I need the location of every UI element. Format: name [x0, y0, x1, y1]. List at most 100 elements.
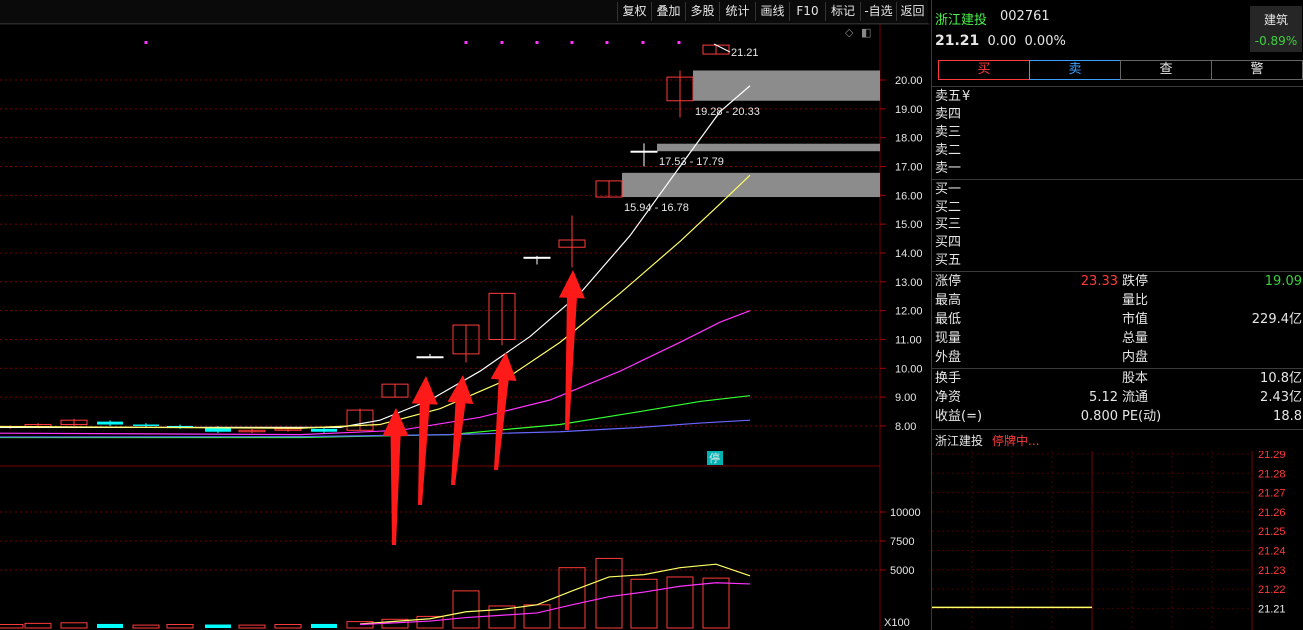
minichart-axis-label: 21.26	[1258, 507, 1286, 519]
minichart-axis-label: 21.27	[1258, 488, 1286, 500]
limit-up-label: 涨停	[935, 274, 962, 289]
price-axis-label: 19.00	[895, 104, 923, 116]
candle-body	[630, 150, 658, 153]
last-price: 21.21	[935, 33, 980, 49]
limit-down-label: 跌停	[1122, 274, 1149, 289]
price-axis-label: 17.00	[895, 161, 923, 173]
price-axis-label: 12.00	[895, 306, 923, 318]
volume-bar	[24, 622, 52, 629]
inner-label: 内盘	[1122, 350, 1149, 365]
volume-bar	[0, 624, 24, 629]
candle-body	[97, 421, 123, 425]
stock-name[interactable]: 浙江建投	[935, 9, 987, 28]
price-axis-label: 13.00	[895, 277, 923, 289]
minichart-axis-label: 21.29	[1258, 451, 1286, 461]
orderbook-sell-1: 卖一	[935, 161, 962, 176]
volume-ma5-line	[359, 563, 751, 625]
eps-value: 0.800	[1080, 409, 1118, 424]
low-label: 最低	[935, 312, 962, 327]
gap-label: 17.53 - 17.79	[659, 156, 724, 168]
price-axis-label: 9.00	[895, 392, 916, 404]
volume-bar	[274, 624, 302, 629]
stock-code: 002761	[1000, 9, 1050, 24]
minichart-title: 浙江建投	[935, 434, 984, 448]
volume-bar	[311, 623, 337, 628]
orderbook-sell-4: 卖四	[935, 107, 962, 122]
orderbook-buy-4: 买四	[935, 235, 962, 250]
signal-dot	[677, 41, 681, 44]
price-axis-label: 8.00	[895, 421, 916, 433]
signal-dot	[641, 41, 645, 44]
price-axis-label: 11.00	[895, 334, 922, 346]
volume-bar	[346, 621, 374, 629]
volume-bar	[238, 624, 266, 629]
float-label: 流通	[1122, 390, 1149, 405]
buy-button[interactable]: 买	[938, 60, 1030, 80]
divider	[932, 429, 1303, 430]
annotation-arrow	[411, 376, 438, 506]
suspend-badge-text: 停	[709, 451, 720, 465]
ma20-line	[0, 310, 751, 436]
price-axis-label: 15.00	[895, 219, 923, 231]
orderbook-sell-5: 卖五¥	[935, 88, 970, 106]
total-vol-label: 总量	[1122, 331, 1149, 346]
volume-bar	[595, 557, 623, 629]
sector-box[interactable]: 建筑 -0.89%	[1250, 6, 1302, 52]
minichart-axis-label: 21.24	[1258, 546, 1286, 558]
sell-button[interactable]: 卖	[1029, 60, 1121, 80]
volume-bar	[205, 624, 231, 628]
high-label: 最高	[935, 293, 962, 308]
mkt-cap-value: 229.4亿	[1251, 312, 1302, 327]
candle-body	[523, 256, 551, 259]
limit-down-value: 19.09	[1264, 274, 1302, 289]
price-line: 21.21 0.00 0.00%	[935, 33, 1066, 49]
divider	[932, 179, 1303, 180]
price-change-pct: 0.00%	[1024, 34, 1066, 49]
volume-bar	[60, 622, 88, 629]
price-axis-label: 10.00	[895, 363, 923, 375]
orderbook-buy-5: 买五	[935, 253, 962, 268]
nav-label: 净资	[935, 390, 962, 405]
annotation-arrow	[490, 352, 517, 471]
orderbook-sell-2: 卖二	[935, 143, 962, 158]
signal-dot	[535, 41, 539, 44]
limit-up-value: 23.33	[1080, 274, 1118, 289]
quote-panel: 浙江建投 002761 21.21 0.00 0.00% 建筑 -0.89% 买…	[931, 0, 1303, 630]
orderbook-sell-3: 卖三	[935, 125, 962, 140]
signal-dot	[144, 41, 148, 44]
price-axis-label: 14.00	[895, 248, 923, 260]
signal-dot	[605, 41, 609, 44]
last-price-marker: 21.21	[731, 47, 759, 59]
candle-body	[133, 424, 159, 426]
volume-ma10-line	[359, 582, 751, 626]
alert-button[interactable]: 警	[1211, 60, 1303, 80]
signal-dot	[500, 41, 504, 44]
volume-bar	[166, 624, 194, 629]
candle-body	[311, 428, 337, 432]
ma5-line	[0, 85, 751, 429]
annotation-arrow	[558, 270, 585, 431]
volume-bar	[523, 604, 551, 629]
volume-bar	[452, 590, 480, 629]
orderbook-sell-5-label: 卖五	[935, 89, 962, 104]
minichart-status: 停牌中...	[992, 434, 1040, 448]
volume-axis-label: 10000	[890, 507, 921, 519]
share-cap-label: 股本	[1122, 371, 1149, 386]
float-value: 2.43亿	[1260, 390, 1302, 405]
kline-chart[interactable]: 20.00 19.00 18.00 17.00 16.00 15.00 14.00 13.00…	[0, 0, 930, 630]
query-button[interactable]: 查	[1120, 60, 1212, 80]
price-axis-label: 18.00	[895, 133, 923, 145]
orderbook-buy-2: 买二	[935, 200, 962, 215]
pe-value: 18.8	[1273, 409, 1302, 424]
minichart-axis-label: 21.23	[1258, 565, 1286, 577]
outer-label: 外盘	[935, 350, 962, 365]
intraday-minichart[interactable]: 21.29 21.28 21.27 21.26 21.25 21.24 21.23 21.22…	[932, 451, 1303, 630]
signal-dot	[570, 41, 574, 44]
minichart-axis-label: 21.28	[1258, 468, 1286, 480]
volume-bar	[558, 567, 586, 629]
price-axis-label: 20.00	[895, 75, 923, 87]
eps-label: 收益(=)	[935, 409, 983, 424]
price-axis-label: 16.00	[895, 190, 923, 202]
volume-bar	[132, 624, 160, 629]
share-cap-value: 10.8亿	[1260, 371, 1302, 386]
